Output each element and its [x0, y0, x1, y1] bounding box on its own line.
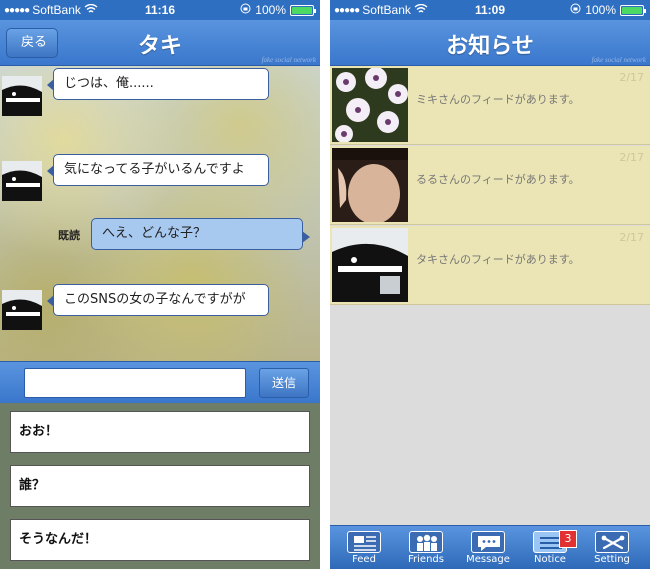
notice-screen: ●●●●● SoftBank 11:09 100% お知らせ fake soci…: [330, 0, 650, 569]
tab-label: Setting: [594, 554, 630, 565]
tab-label: Feed: [352, 554, 376, 565]
quick-reply-panel: おお！ 誰？ そうなんだ！: [0, 403, 320, 569]
person-photo: [332, 148, 408, 222]
incoming-message: じつは、俺......: [47, 68, 269, 100]
chat-screen: ●●●●● SoftBank 11:16 100% 戻る タキ fake soc…: [0, 0, 320, 569]
notice-text: るるさんのフィードがあります。: [416, 173, 580, 186]
battery-icon: [620, 4, 646, 16]
chat-history[interactable]: じつは、俺...... 気になってる子がいるんですよ 既読 へえ、どんな子？ こ…: [0, 66, 320, 361]
tab-friends[interactable]: Friends: [396, 528, 456, 568]
incoming-message: このSNSの女の子なんですがが: [47, 284, 269, 316]
feed-icon: [347, 531, 381, 553]
quick-reply-button[interactable]: そうなんだ！: [10, 519, 310, 561]
quick-reply-button[interactable]: 誰？: [10, 465, 310, 507]
orientation-lock-icon: [240, 3, 251, 17]
watermark: fake social network: [591, 56, 646, 64]
flowers-photo: [332, 68, 408, 142]
outgoing-message: へえ、どんな子？: [91, 218, 310, 250]
setting-icon: [595, 531, 629, 553]
chat-nav-bar: 戻る タキ fake social network: [0, 20, 320, 66]
tab-message[interactable]: Message: [458, 528, 518, 568]
anime-character-photo: [332, 228, 408, 302]
notice-date: 2/17: [619, 151, 644, 164]
friends-icon: [409, 531, 443, 553]
notice-date: 2/17: [619, 231, 644, 244]
battery-icon: [290, 4, 316, 16]
message-icon: [471, 531, 505, 553]
notification-badge: 3: [559, 530, 577, 548]
watermark: fake social network: [261, 56, 316, 64]
incoming-message: 気になってる子がいるんですよ: [47, 154, 269, 186]
list-item[interactable]: 2/17 ミキさんのフィードがあります。: [330, 66, 650, 145]
message-input[interactable]: [24, 368, 246, 398]
notice-text: タキさんのフィードがあります。: [416, 253, 580, 266]
list-item[interactable]: 2/17 るるさんのフィードがあります。: [330, 146, 650, 225]
list-item[interactable]: 2/17 タキさんのフィードがあります。: [330, 226, 650, 305]
tab-notice[interactable]: Notice 3: [520, 528, 580, 568]
notice-list: 2/17 ミキさんのフィードがあります。 2/17 るるさんのフィードがあります…: [330, 66, 650, 306]
tab-label: Friends: [408, 554, 444, 565]
battery-percent: 100%: [255, 3, 286, 17]
tab-feed[interactable]: Feed: [334, 528, 394, 568]
status-bar: ●●●●● SoftBank 11:09 100%: [330, 0, 650, 20]
read-receipt: 既読: [58, 229, 80, 242]
notice-nav-bar: お知らせ fake social network: [330, 20, 650, 66]
tab-bar: Feed Friends Message Notice 3 Setting: [330, 525, 650, 569]
notice-date: 2/17: [619, 71, 644, 84]
avatar[interactable]: [2, 76, 42, 116]
message-input-bar: 送信: [0, 361, 320, 403]
notice-text: ミキさんのフィードがあります。: [416, 93, 580, 106]
avatar[interactable]: [2, 161, 42, 201]
send-button[interactable]: 送信: [259, 368, 309, 398]
tab-label: Message: [466, 554, 510, 565]
tab-setting[interactable]: Setting: [582, 528, 642, 568]
tab-label: Notice: [534, 554, 566, 565]
status-bar: ●●●●● SoftBank 11:16 100%: [0, 0, 320, 20]
quick-reply-button[interactable]: おお！: [10, 411, 310, 453]
orientation-lock-icon: [570, 3, 581, 17]
avatar[interactable]: [2, 290, 42, 330]
battery-percent: 100%: [585, 3, 616, 17]
